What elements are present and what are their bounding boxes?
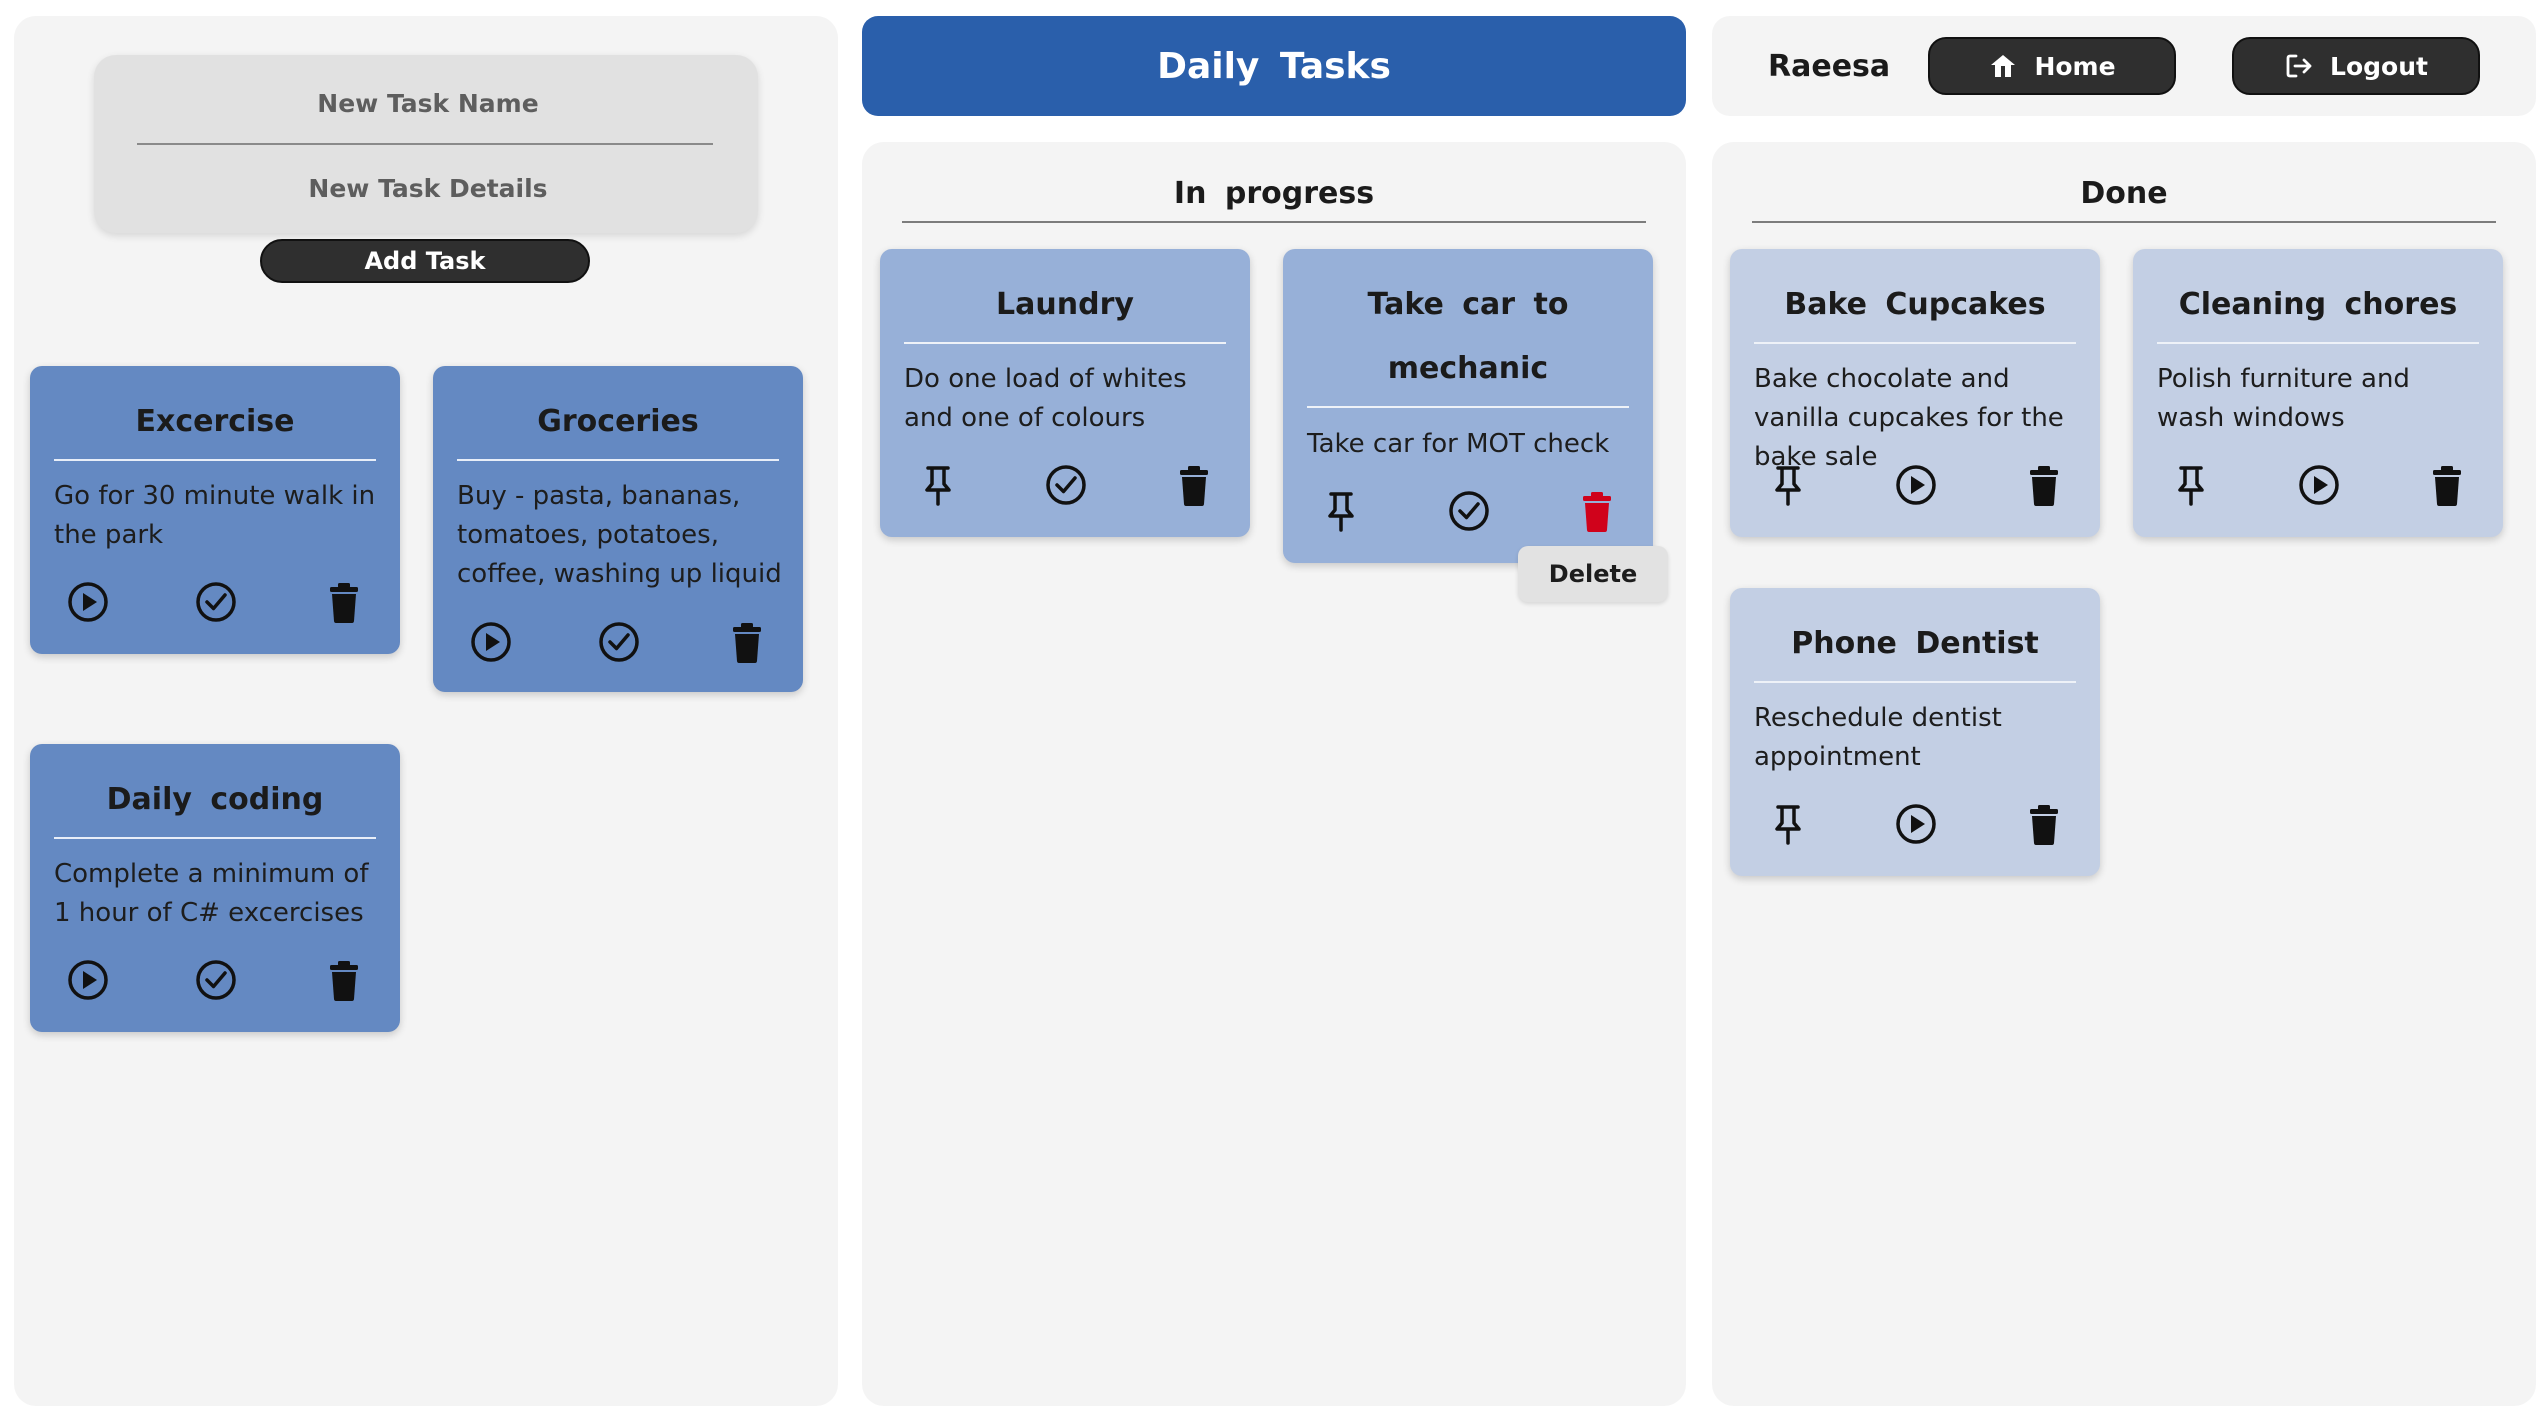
- task-details: Take car for MOT check: [1307, 429, 1610, 459]
- task-details-input[interactable]: [138, 162, 718, 214]
- card-divider: [2157, 342, 2479, 344]
- task-title: Cleaning chores: [2178, 287, 2458, 322]
- trash-icon: [2425, 463, 2469, 507]
- complete-task-button[interactable]: [192, 578, 240, 626]
- complete-task-button[interactable]: [1042, 461, 1090, 509]
- task-title: Take car to mechanic: [1367, 287, 1569, 386]
- delete-tooltip: Delete: [1518, 546, 1668, 602]
- play-icon: [66, 580, 110, 624]
- check-circle-icon: [1044, 463, 1088, 507]
- task-card: Daily coding Complete a minimum of 1 hou…: [30, 744, 400, 1032]
- page-title: Daily Tasks: [862, 16, 1686, 116]
- start-task-button[interactable]: [64, 578, 112, 626]
- task-title: Laundry: [996, 287, 1134, 322]
- card-divider: [54, 459, 376, 461]
- card-divider: [54, 837, 376, 839]
- task-title: Bake Cupcakes: [1784, 287, 2046, 322]
- check-circle-icon: [597, 620, 641, 664]
- pin-icon: [1319, 489, 1363, 533]
- pin-icon: [916, 463, 960, 507]
- task-card: Laundry Do one load of whites and one of…: [880, 249, 1250, 537]
- logout-button[interactable]: Logout: [2232, 37, 2480, 95]
- home-button[interactable]: Home: [1928, 37, 2176, 95]
- start-task-button[interactable]: [64, 956, 112, 1004]
- trash-icon: [322, 580, 366, 624]
- card-divider: [904, 342, 1226, 344]
- task-details: Do one load of whites and one of colours: [904, 364, 1187, 433]
- home-label: Home: [2034, 51, 2116, 81]
- play-icon: [1894, 802, 1938, 846]
- check-circle-icon: [194, 958, 238, 1002]
- trash-icon: [1172, 463, 1216, 507]
- logout-icon: [2286, 54, 2312, 78]
- pin-icon: [1766, 802, 1810, 846]
- add-task-button[interactable]: Add Task: [260, 239, 590, 283]
- trash-icon: [2022, 802, 2066, 846]
- delete-task-button[interactable]: [320, 956, 368, 1004]
- task-card: Phone Dentist Reschedule dentist appoint…: [1730, 588, 2100, 876]
- trash-icon: [725, 620, 769, 664]
- play-icon: [2297, 463, 2341, 507]
- pin-task-button[interactable]: [2167, 461, 2215, 509]
- complete-task-button[interactable]: [192, 956, 240, 1004]
- delete-task-button[interactable]: [2423, 461, 2471, 509]
- delete-task-button[interactable]: [2020, 461, 2068, 509]
- delete-task-button[interactable]: [2020, 800, 2068, 848]
- check-circle-icon: [194, 580, 238, 624]
- task-card: Bake Cupcakes Bake chocolate and vanilla…: [1730, 249, 2100, 537]
- pin-task-button[interactable]: [914, 461, 962, 509]
- task-details: Buy - pasta, bananas, tomatoes, potatoes…: [457, 481, 782, 589]
- task-card: Excercise Go for 30 minute walk in the p…: [30, 366, 400, 654]
- task-title: Phone Dentist: [1791, 626, 2039, 661]
- trash-icon: [2022, 463, 2066, 507]
- check-circle-icon: [1447, 489, 1491, 533]
- username: Raeesa: [1768, 48, 1891, 84]
- complete-task-button[interactable]: [595, 618, 643, 666]
- delete-task-button[interactable]: [1170, 461, 1218, 509]
- home-icon: [1991, 55, 2016, 77]
- pin-task-button[interactable]: [1764, 461, 1812, 509]
- restart-task-button[interactable]: [1892, 800, 1940, 848]
- task-card: Cleaning chores Polish furniture and was…: [2133, 249, 2503, 537]
- task-title: Excercise: [135, 404, 295, 439]
- pin-task-button[interactable]: [1764, 800, 1812, 848]
- task-details: Reschedule dentist appointment: [1754, 703, 2002, 772]
- form-divider: [137, 143, 713, 145]
- task-details: Polish furniture and wash windows: [2157, 364, 2410, 433]
- column-divider: [902, 221, 1646, 223]
- column-divider: [1752, 221, 2496, 223]
- task-details: Complete a minimum of 1 hour of C# excer…: [54, 859, 369, 928]
- complete-task-button[interactable]: [1445, 487, 1493, 535]
- delete-task-button[interactable]: [320, 578, 368, 626]
- restart-task-button[interactable]: [2295, 461, 2343, 509]
- delete-task-button[interactable]: [1573, 487, 1621, 535]
- pin-icon: [1766, 463, 1810, 507]
- play-icon: [66, 958, 110, 1002]
- card-divider: [1307, 406, 1629, 408]
- trash-icon: [1575, 489, 1619, 533]
- task-title: Groceries: [537, 404, 699, 439]
- restart-task-button[interactable]: [1892, 461, 1940, 509]
- delete-task-button[interactable]: [723, 618, 771, 666]
- play-icon: [469, 620, 513, 664]
- start-task-button[interactable]: [467, 618, 515, 666]
- play-icon: [1894, 463, 1938, 507]
- logout-label: Logout: [2330, 51, 2428, 81]
- task-title: Daily coding: [106, 782, 324, 817]
- pin-task-button[interactable]: [1317, 487, 1365, 535]
- card-divider: [457, 459, 779, 461]
- task-card: Groceries Buy - pasta, bananas, tomatoes…: [433, 366, 803, 692]
- card-divider: [1754, 342, 2076, 344]
- task-details: Go for 30 minute walk in the park: [54, 481, 376, 550]
- pin-icon: [2169, 463, 2213, 507]
- task-details: Bake chocolate and vanilla cupcakes for …: [1754, 364, 2064, 472]
- user-bar: Raeesa Home Logout: [1712, 16, 2536, 116]
- trash-icon: [322, 958, 366, 1002]
- task-card: Take car to mechanic Take car for MOT ch…: [1283, 249, 1653, 563]
- card-divider: [1754, 681, 2076, 683]
- task-name-input[interactable]: [138, 77, 718, 129]
